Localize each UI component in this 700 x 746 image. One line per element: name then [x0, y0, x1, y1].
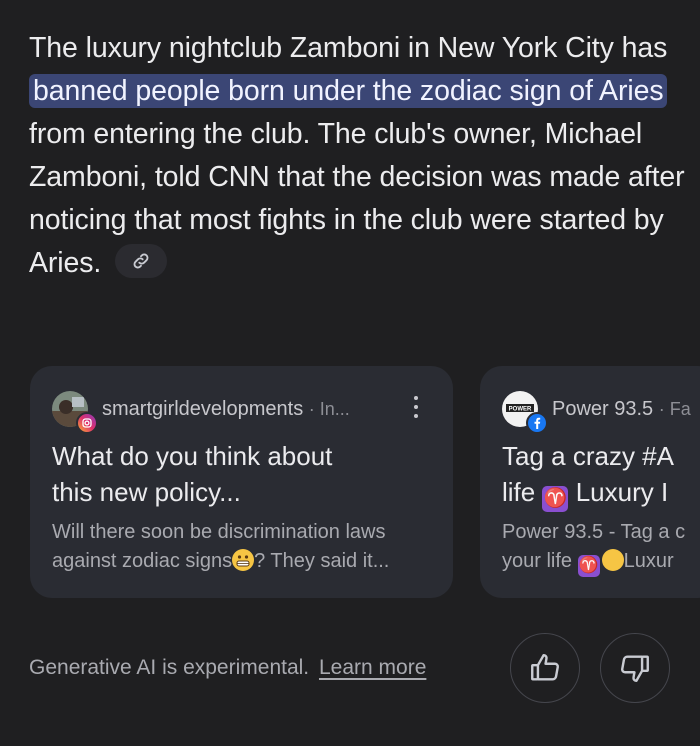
- card-title[interactable]: What do you think about this new policy.…: [52, 438, 442, 510]
- snippet-line-2-after: Luxur: [623, 550, 674, 572]
- thumbs-up-icon: [531, 654, 559, 681]
- card-snippet: Will there soon be discrimination laws a…: [52, 518, 452, 576]
- more-options-icon[interactable]: [413, 396, 419, 423]
- facebook-icon: [526, 412, 548, 434]
- source-link-chip[interactable]: [115, 244, 168, 279]
- snippet-text-after: ? They said it...: [254, 550, 390, 572]
- snippet-line-2: your life: [502, 550, 578, 572]
- card-title[interactable]: Tag a crazy #A life ♈ Luxury I: [502, 438, 674, 512]
- ai-answer-text: The luxury nightclub Zamboni in New York…: [29, 27, 689, 285]
- thumbs-down-button[interactable]: [600, 633, 670, 703]
- link-icon: [133, 254, 149, 269]
- svg-text:POWER: POWER: [509, 407, 532, 413]
- grimacing-face-emoji-icon: [232, 549, 255, 571]
- aries-symbol-icon: ♈: [577, 555, 600, 577]
- source-name: smartgirldevelopments: [102, 398, 304, 420]
- source-name: Power 93.5: [552, 398, 654, 420]
- disclaimer-text: Generative AI is experimental.: [29, 656, 310, 679]
- answer-text-before: The luxury nightclub Zamboni in New York…: [29, 32, 668, 64]
- source-meta: · Fa: [658, 399, 691, 419]
- thumbs-down-icon: [621, 655, 649, 682]
- card-source-row: POWER Power 93.5 · Fa: [502, 391, 700, 434]
- card-snippet: Power 93.5 - Tag a c your life ♈ Luxur: [502, 518, 685, 577]
- source-card-smartgirldevelopments[interactable]: smartgirldevelopments · In... What do yo…: [30, 366, 453, 598]
- zany-face-emoji-icon: [601, 549, 624, 571]
- snippet-line-1: Power 93.5 - Tag a c: [502, 521, 686, 543]
- aries-symbol-icon: ♈: [542, 486, 569, 512]
- learn-more-link[interactable]: Learn more: [319, 656, 426, 679]
- card-source-row: smartgirldevelopments · In...: [52, 391, 437, 434]
- disclaimer: Generative AI is experimental. Learn mor…: [29, 656, 426, 680]
- instagram-icon: [76, 412, 98, 434]
- answer-highlight[interactable]: banned people born under the zodiac sign…: [29, 74, 668, 108]
- thumbs-up-button[interactable]: [510, 633, 580, 703]
- source-meta: · In...: [308, 399, 350, 419]
- card-title-line-1: Tag a crazy #A: [502, 441, 674, 471]
- source-card-power-93-5[interactable]: POWER Power 93.5 · Fa Tag a crazy #A lif…: [480, 366, 700, 598]
- card-title-line-2: life: [502, 477, 543, 507]
- card-title-line-2-after: Luxury I: [568, 477, 669, 507]
